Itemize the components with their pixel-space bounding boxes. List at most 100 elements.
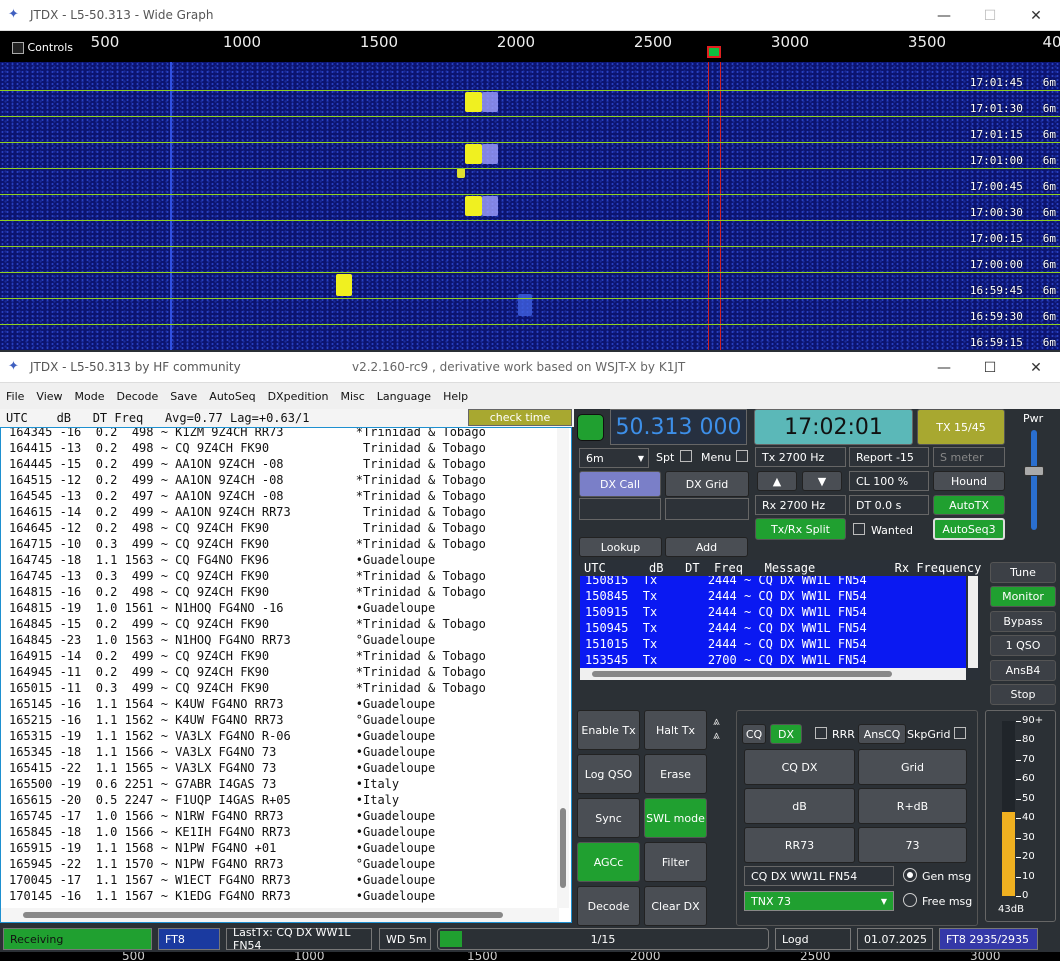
band-activity-list[interactable]: 164345 -16 0.2 498 ~ K1ZM 9Z4CH RR73 *Tr… xyxy=(0,427,572,923)
dial-frequency[interactable]: 50.313 000 xyxy=(610,409,747,445)
decode-row[interactable]: 164515 -12 0.2 499 ~ AA1ON 9Z4CH -08 *Tr… xyxy=(1,472,571,488)
clear-dx-button[interactable]: Clear DX xyxy=(644,886,707,926)
menu-dxpedition[interactable]: DXpedition xyxy=(262,390,335,403)
log-qso-button[interactable]: Log QSO xyxy=(577,754,640,794)
one-qso-button[interactable]: 1 QSO xyxy=(990,635,1056,656)
rr73-button[interactable]: RR73 xyxy=(744,827,855,863)
decode-row[interactable]: 164615 -14 0.2 499 ~ AA1ON 9Z4CH RR73 Tr… xyxy=(1,504,571,520)
horizontal-scrollbar[interactable] xyxy=(1,908,559,922)
menu-mode[interactable]: Mode xyxy=(69,390,111,403)
decode-row[interactable]: 165945 -22 1.1 1570 ~ N1PW FG4NO RR73 °G… xyxy=(1,856,571,872)
seventy-three-button[interactable]: 73 xyxy=(858,827,967,863)
power-slider-handle[interactable] xyxy=(1024,466,1044,476)
txrx-split-button[interactable]: Tx/Rx Split xyxy=(755,518,846,540)
dx-call-button[interactable]: DX Call xyxy=(579,471,661,497)
filter-button[interactable]: Filter xyxy=(644,842,707,882)
cq-button[interactable]: CQ xyxy=(742,724,766,744)
decode-row[interactable]: 165500 -19 0.6 2251 ~ G7ABR I4GAS 73 •It… xyxy=(1,776,571,792)
decode-row[interactable]: 165745 -17 1.0 1566 ~ N1RW FG4NO RR73 •G… xyxy=(1,808,571,824)
agcc-button[interactable]: AGCc xyxy=(577,842,640,882)
free-msg-radio[interactable] xyxy=(903,893,917,907)
menu-autoseq[interactable]: AutoSeq xyxy=(203,390,261,403)
report-field[interactable]: Report -15 xyxy=(849,447,929,467)
tx-list-row[interactable]: 151015 Tx 2444 ~ CQ DX WW1L FN54 xyxy=(580,636,966,652)
decode-row[interactable]: 164915 -14 0.2 499 ~ CQ 9Z4CH FK90 *Trin… xyxy=(1,648,571,664)
bypass-button[interactable]: Bypass xyxy=(990,611,1056,632)
decode-row[interactable]: 170145 -16 1.1 1567 ~ K1EDG FG4NO RR73 •… xyxy=(1,888,571,904)
menu-help[interactable]: Help xyxy=(437,390,474,403)
tx-list-rows[interactable]: 150815 Tx 2444 ~ CQ DX WW1L FN54 150845 T… xyxy=(580,576,966,668)
decode-row[interactable]: 165415 -22 1.1 1565 ~ VA3LX FG4NO 73 •Gu… xyxy=(1,760,571,776)
maximize-icon[interactable]: ☐ xyxy=(967,352,1013,383)
db-button[interactable]: dB xyxy=(744,788,855,824)
decode-row[interactable]: 164415 -13 0.2 498 ~ CQ 9Z4CH FK90 Trini… xyxy=(1,440,571,456)
freq-up-button[interactable]: ▲ xyxy=(757,471,797,491)
decode-button[interactable]: Decode xyxy=(577,886,640,926)
hound-button[interactable]: Hound xyxy=(933,471,1005,491)
decode-row[interactable]: 165015 -11 0.3 499 ~ CQ 9Z4CH FK90 *Trin… xyxy=(1,680,571,696)
dx-grid-input[interactable] xyxy=(665,498,749,520)
swl-mode-button[interactable]: SWL mode xyxy=(644,798,707,838)
gen-msg-radio[interactable] xyxy=(903,868,917,882)
decode-row[interactable]: 165145 -16 1.1 1564 ~ K4UW FG4NO RR73 •G… xyxy=(1,696,571,712)
close-icon[interactable]: ✕ xyxy=(1013,352,1059,383)
decode-row[interactable]: 164745 -18 1.1 1563 ~ CQ FG4NO FK96 •Gua… xyxy=(1,552,571,568)
menu-language[interactable]: Language xyxy=(371,390,437,403)
ansb4-button[interactable]: AnsB4 xyxy=(990,660,1056,681)
wanted-checkbox[interactable] xyxy=(853,523,865,535)
decode-row[interactable]: 165615 -20 0.5 2247 ~ F1UQP I4GAS R+05 •… xyxy=(1,792,571,808)
tx-list-row[interactable]: 150815 Tx 2444 ~ CQ DX WW1L FN54 xyxy=(580,576,966,588)
decode-row[interactable]: 165915 -19 1.1 1568 ~ N1PW FG4NO +01 •Gu… xyxy=(1,840,571,856)
decode-row[interactable]: 164815 -19 1.0 1561 ~ N1HOQ FG4NO -16 •G… xyxy=(1,600,571,616)
decode-row[interactable]: 164845 -23 1.0 1563 ~ N1HOQ FG4NO RR73 °… xyxy=(1,632,571,648)
band-select[interactable]: 6m ▼ xyxy=(579,448,649,468)
rrr-checkbox[interactable] xyxy=(815,727,827,739)
vertical-scrollbar[interactable] xyxy=(557,428,569,908)
swap-arrows-icon[interactable]: ⩓ ⩓ xyxy=(713,714,720,742)
tx-list-row[interactable]: 153545 Tx 2700 ~ CQ DX WW1L FN54 xyxy=(580,652,966,668)
decode-row[interactable]: 164845 -15 0.2 499 ~ CQ 9Z4CH FK90 *Trin… xyxy=(1,616,571,632)
menu-file[interactable]: File xyxy=(0,390,30,403)
autotx-button[interactable]: AutoTX xyxy=(933,495,1005,515)
menu-save[interactable]: Save xyxy=(164,390,203,403)
frequency-scale[interactable]: Controls 500 1000 1500 2000 2500 3000 35… xyxy=(0,31,1060,62)
controls-checkbox[interactable] xyxy=(12,42,24,54)
scrollbar-thumb[interactable] xyxy=(592,671,892,677)
maximize-icon[interactable]: ☐ xyxy=(967,0,1013,31)
tx-list-vscroll[interactable] xyxy=(968,576,978,668)
monitor-button[interactable]: Monitor xyxy=(990,586,1056,607)
freq-down-button[interactable]: ▼ xyxy=(802,471,842,491)
check-time-button[interactable]: check time xyxy=(468,409,572,426)
dx-call-input[interactable] xyxy=(579,498,661,520)
rx-frequency-field[interactable]: Rx 2700 Hz xyxy=(755,495,846,515)
minimize-icon[interactable]: — xyxy=(921,0,967,31)
power-slider-track[interactable] xyxy=(1031,430,1037,530)
add-button[interactable]: Add xyxy=(665,537,748,557)
close-icon[interactable]: ✕ xyxy=(1013,0,1059,31)
tx-list-hscroll[interactable] xyxy=(580,668,966,680)
spt-checkbox[interactable] xyxy=(680,450,692,462)
tx-period-button[interactable]: TX 15/45 xyxy=(917,409,1005,445)
halt-tx-button[interactable]: Halt Tx xyxy=(644,710,707,750)
decode-row[interactable]: 165345 -18 1.1 1566 ~ VA3LX FG4NO 73 •Gu… xyxy=(1,744,571,760)
decode-row[interactable]: 164545 -13 0.2 497 ~ AA1ON 9Z4CH -08 *Tr… xyxy=(1,488,571,504)
decode-row[interactable]: 164945 -11 0.2 499 ~ CQ 9Z4CH FK90 *Trin… xyxy=(1,664,571,680)
decode-row[interactable]: 164815 -16 0.2 498 ~ CQ 9Z4CH FK90 *Trin… xyxy=(1,584,571,600)
controls-toggle[interactable]: Controls xyxy=(12,41,73,54)
dx-button[interactable]: DX xyxy=(770,724,802,744)
enable-tx-button[interactable]: Enable Tx xyxy=(577,710,640,750)
anscq-button[interactable]: AnsCQ xyxy=(858,724,906,744)
tx-list-row[interactable]: 150915 Tx 2444 ~ CQ DX WW1L FN54 xyxy=(580,604,966,620)
sync-button[interactable]: Sync xyxy=(577,798,640,838)
free-message-select[interactable]: TNX 73 ▼ xyxy=(744,891,894,911)
tx-list-row[interactable]: 150845 Tx 2444 ~ CQ DX WW1L FN54 xyxy=(580,588,966,604)
menu-checkbox[interactable] xyxy=(736,450,748,462)
menu-misc[interactable]: Misc xyxy=(334,390,370,403)
tune-button[interactable]: Tune xyxy=(990,562,1056,583)
minimize-icon[interactable]: — xyxy=(921,352,967,383)
decode-row[interactable]: 165215 -16 1.1 1562 ~ K4UW FG4NO RR73 °G… xyxy=(1,712,571,728)
decode-row[interactable]: 164445 -15 0.2 499 ~ AA1ON 9Z4CH -08 Tri… xyxy=(1,456,571,472)
rx-frequency-list[interactable]: UTC dB DT Freq Message Rx Frequency 1508… xyxy=(580,560,981,680)
stop-button[interactable]: Stop xyxy=(990,684,1056,705)
decode-row[interactable]: 165315 -19 1.1 1562 ~ VA3LX FG4NO R-06 •… xyxy=(1,728,571,744)
